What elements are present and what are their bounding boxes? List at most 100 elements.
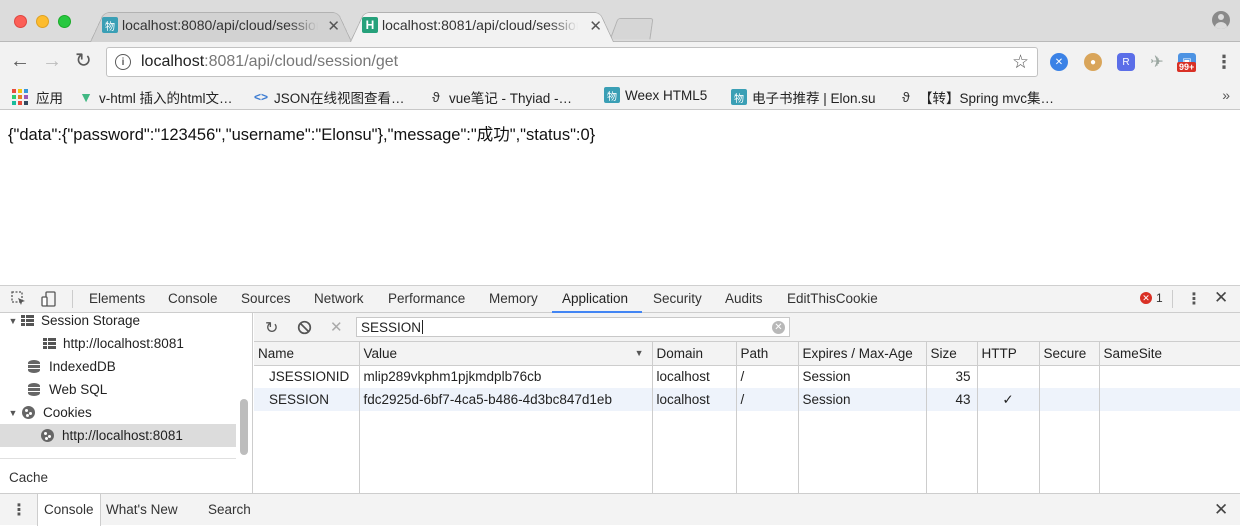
tab-editthiscookie[interactable]: EditThisCookie (787, 291, 878, 306)
address-url: localhost:8081/api/cloud/session/get (141, 53, 399, 70)
info-icon[interactable]: i (115, 54, 131, 70)
storage-table-icon (43, 338, 56, 349)
devtools-close-icon[interactable]: ✕ (1214, 288, 1228, 308)
cookie-filter-input[interactable]: SESSION (356, 317, 790, 337)
column-header-name[interactable]: Name (254, 342, 360, 366)
sidebar-item-websql[interactable]: Web SQL (0, 378, 236, 401)
devtools-panel: Elements Console Sources Network Perform… (0, 285, 1240, 526)
device-toolbar-icon[interactable] (41, 291, 57, 307)
expand-arrow-icon[interactable]: ▼ (6, 316, 20, 326)
toolbar-divider (72, 290, 73, 308)
column-header-value[interactable]: Value ▼ (359, 342, 653, 366)
tab-title: localhost:8080/api/cloud/session/get (122, 17, 318, 33)
expand-arrow-icon[interactable]: ▼ (6, 408, 20, 418)
sidebar-divider (0, 458, 236, 459)
cell-size: 43 (926, 388, 978, 411)
sidebar-item-cookies-localhost[interactable]: http://localhost:8081 (0, 424, 236, 447)
refresh-icon[interactable]: ↻ (265, 318, 278, 338)
menu-kebab-icon[interactable]: ⋮ (1215, 52, 1233, 73)
error-counter[interactable]: ✕ 1 (1140, 291, 1163, 305)
tab-sources[interactable]: Sources (241, 291, 291, 306)
extension-badge: 99+ (1177, 62, 1197, 72)
sidebar-item-session-storage[interactable]: ▼ Session Storage (0, 313, 236, 332)
tab-application[interactable]: Application (562, 291, 628, 306)
table-empty-row (254, 411, 1240, 497)
clear-filter-icon[interactable]: ✕ (772, 321, 785, 334)
sidebar-item-indexeddb[interactable]: IndexedDB (0, 355, 236, 378)
tab-performance[interactable]: Performance (388, 291, 465, 306)
bookmark-ebook[interactable]: 物 电子书推荐 | Elon.su (731, 87, 876, 107)
window-minimize-button[interactable] (36, 15, 49, 28)
column-header-secure[interactable]: Secure (1039, 342, 1100, 366)
inspect-element-icon[interactable] (11, 291, 27, 307)
devtools-drawer: ⋮ Console What's New Search ✕ (0, 493, 1240, 526)
bookmark-star-icon[interactable]: ☆ (1012, 51, 1029, 74)
table-row[interactable]: JSESSIONID mlip289vkphm1pjkmdplb76cb loc… (254, 365, 1240, 388)
h-favicon-icon: H (362, 17, 378, 33)
cell-expires: Session (798, 365, 927, 388)
table-header-row: Name Value ▼ Domain Path Expires / Max-Ag… (254, 342, 1240, 366)
sidebar-item-cookies[interactable]: ▼ Cookies (0, 401, 236, 424)
cell-domain: localhost (652, 388, 737, 411)
profile-icon[interactable] (1212, 11, 1230, 29)
drawer-tab-search[interactable]: Search (208, 502, 251, 517)
window-maximize-button[interactable] (58, 15, 71, 28)
browser-tab-2[interactable]: H localhost:8081/api/cloud/session/get ✕ (350, 8, 614, 42)
drawer-tab-whats-new[interactable]: What's New (106, 502, 178, 517)
application-sidebar: ▼ Session Storage http://localhost:8081 … (0, 313, 253, 493)
column-header-samesite[interactable]: SameSite (1099, 342, 1240, 366)
vue-icon: ▼ (79, 89, 93, 105)
drawer-tab-console[interactable]: Console (37, 494, 101, 526)
tab-memory[interactable]: Memory (489, 291, 538, 306)
column-header-size[interactable]: Size (926, 342, 978, 366)
wu-icon: 物 (604, 87, 620, 103)
bookmark-weex[interactable]: 物 Weex HTML5 (604, 87, 707, 103)
bookmark-spring[interactable]: ϑ 【转】Spring mvc集… (898, 87, 1054, 107)
sidebar-item-session-storage-localhost[interactable]: http://localhost:8081 (0, 332, 236, 355)
devtools-menu-kebab-icon[interactable]: ⋮ (1186, 289, 1202, 309)
column-header-domain[interactable]: Domain (652, 342, 737, 366)
cell-value: mlip289vkphm1pjkmdplb76cb (359, 365, 653, 388)
browser-tab-1[interactable]: 物 localhost:8080/api/cloud/session/get ✕ (90, 8, 352, 42)
reload-icon[interactable]: ↻ (75, 51, 92, 71)
tab-console[interactable]: Console (168, 291, 218, 306)
tab-strip: 物 localhost:8080/api/cloud/session/get ✕… (0, 0, 1240, 42)
tab-close-icon[interactable]: ✕ (327, 17, 340, 35)
column-header-http[interactable]: HTTP (977, 342, 1040, 366)
forward-arrow-icon[interactable]: → (42, 51, 62, 71)
extension-bird-icon[interactable]: ✈ (1148, 53, 1166, 71)
clear-all-icon[interactable] (297, 320, 312, 335)
extension-cross-icon[interactable]: ✕ (1050, 53, 1068, 71)
sidebar-scrollbar[interactable] (240, 399, 248, 455)
error-icon: ✕ (1140, 292, 1152, 304)
cookie-extension-icon[interactable]: ● (1084, 53, 1102, 71)
drawer-menu-kebab-icon[interactable]: ⋮ (11, 500, 27, 520)
bookmark-apps[interactable]: 应用 (12, 87, 63, 107)
cookie-table: Name Value ▼ Domain Path Expires / Max-Ag… (254, 342, 1240, 497)
toolbar-divider (1172, 290, 1173, 308)
new-tab-button[interactable] (609, 17, 654, 40)
bookmarks-overflow-icon[interactable]: » (1222, 87, 1230, 103)
tab-audits[interactable]: Audits (725, 291, 763, 306)
bookmark-v-html[interactable]: ▼ v-html 插入的html文… (78, 87, 232, 107)
column-header-expires[interactable]: Expires / Max-Age (798, 342, 927, 366)
bookmark-vue-notes[interactable]: ϑ vue笔记 - Thyiad -… (428, 87, 572, 107)
column-header-path[interactable]: Path (736, 342, 799, 366)
page-content: {"data":{"password":"123456","username":… (0, 111, 1240, 285)
tab-security[interactable]: Security (653, 291, 702, 306)
cell-value: fdc2925d-6bf7-4ca5-b486-4d3bc847d1eb (359, 388, 653, 411)
window-close-button[interactable] (14, 15, 27, 28)
address-bar[interactable]: i localhost:8081/api/cloud/session/get ☆ (106, 47, 1038, 77)
tab-close-icon[interactable]: ✕ (589, 17, 602, 35)
back-arrow-icon[interactable]: ← (10, 51, 30, 71)
tab-elements[interactable]: Elements (89, 291, 145, 306)
drawer-close-icon[interactable]: ✕ (1214, 500, 1228, 520)
delete-selected-icon[interactable]: ✕ (330, 318, 343, 336)
browser-toolbar: ← → ↻ i localhost:8081/api/cloud/session… (0, 42, 1240, 82)
cell-http (977, 365, 1040, 388)
table-row[interactable]: SESSION fdc2925d-6bf7-4ca5-b486-4d3bc847… (254, 388, 1240, 411)
bookmark-json[interactable]: <> JSON在线视图查看… (253, 87, 405, 107)
tab-network[interactable]: Network (314, 291, 364, 306)
extension-r-icon[interactable]: R (1117, 53, 1135, 71)
cell-secure (1039, 388, 1100, 411)
